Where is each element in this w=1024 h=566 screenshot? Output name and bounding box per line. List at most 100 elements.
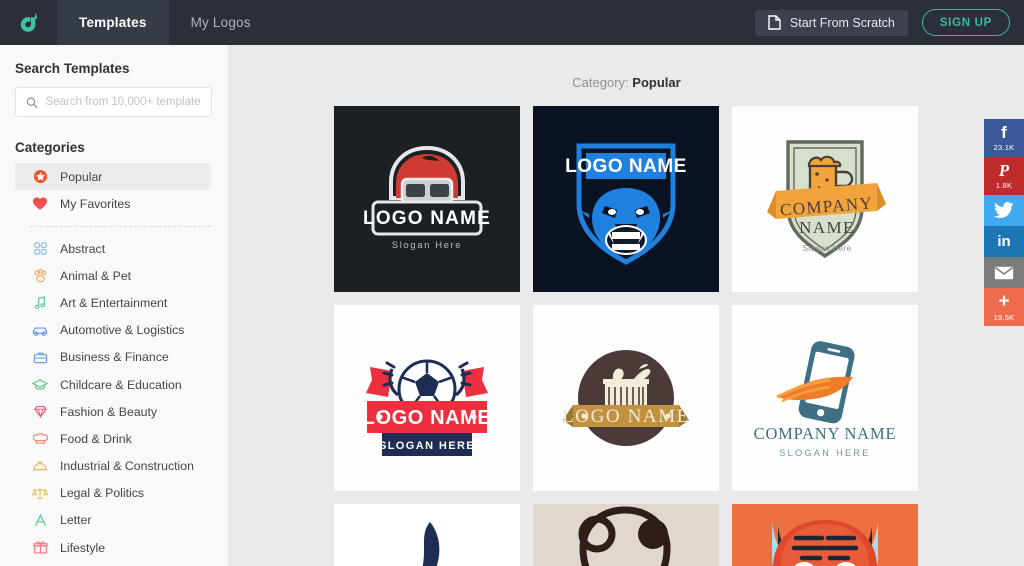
- sidebar-item-lifestyle-label: Lifestyle: [60, 540, 106, 555]
- brand-logo[interactable]: [0, 0, 57, 45]
- pinterest-count: 1.8K: [995, 181, 1013, 190]
- category-label: Category: Popular: [229, 45, 1024, 90]
- sidebar-item-fashion-beauty-label: Fashion & Beauty: [60, 404, 158, 419]
- search-input[interactable]: [45, 96, 201, 108]
- main-content: Category: Popular LOGO NAME Slogan Here: [229, 45, 1024, 566]
- sidebar-item-childcare-education-label: Childcare & Education: [60, 377, 182, 392]
- top-bar-actions: Start From Scratch SIGN UP: [754, 0, 1024, 45]
- sidebar-item-childcare-education[interactable]: Childcare & Education: [15, 371, 211, 398]
- template-card-beer-mug-shield-logo[interactable]: COMPANY NAME Slogan Here: [732, 106, 918, 292]
- svg-text:SLOGAN HERE: SLOGAN HERE: [779, 448, 870, 458]
- svg-text:Slogan Here: Slogan Here: [803, 244, 852, 253]
- sidebar-item-business-finance[interactable]: Business & Finance: [15, 344, 211, 371]
- envelope-icon: [994, 266, 1014, 279]
- letter-a-icon: [32, 512, 48, 528]
- sidebar-item-popular[interactable]: Popular: [15, 163, 211, 190]
- beer-mug-shield-logo-art: COMPANY NAME Slogan Here: [767, 140, 886, 259]
- sidebar-divider: [30, 226, 211, 227]
- soccer-ball-banner-logo-art: LOGO NAME SLOGAN HERE: [363, 359, 491, 456]
- category-prefix: Category:: [572, 75, 629, 90]
- svg-text:NAME: NAME: [799, 218, 855, 237]
- category-name: Popular: [632, 75, 681, 90]
- sign-up-button[interactable]: SIGN UP: [921, 9, 1010, 36]
- svg-text:LOGO NAME: LOGO NAME: [562, 406, 690, 427]
- music-note-icon: [32, 295, 48, 311]
- svg-text:COMPANY NAME: COMPANY NAME: [754, 424, 897, 443]
- sidebar-item-art-entertainment[interactable]: Art & Entertainment: [15, 289, 211, 316]
- paw-icon: [32, 268, 48, 284]
- sidebar-item-letter-label: Letter: [60, 513, 92, 528]
- sidebar-item-abstract-label: Abstract: [60, 241, 106, 256]
- tab-templates[interactable]: Templates: [57, 0, 169, 45]
- share-linkedin-button[interactable]: in: [984, 226, 1024, 257]
- sidebar-item-industrial-construction[interactable]: Industrial & Construction: [15, 453, 211, 480]
- svg-text:LOGO NAME: LOGO NAME: [363, 208, 491, 229]
- template-card-hooded-figure-vr-logo[interactable]: LOGO NAME Slogan Here: [334, 106, 520, 292]
- sidebar-item-art-entertainment-label: Art & Entertainment: [60, 295, 168, 310]
- svg-text:LOGO NAME: LOGO NAME: [565, 156, 687, 177]
- start-from-scratch-label: Start From Scratch: [789, 15, 895, 30]
- start-from-scratch-button[interactable]: Start From Scratch: [754, 9, 908, 36]
- sidebar-item-business-finance-label: Business & Finance: [60, 350, 169, 365]
- facebook-count: 23.1K: [993, 143, 1015, 152]
- chef-hat-icon: [32, 431, 48, 447]
- category-list: Popular My Favorites Abstract Animal & P…: [0, 163, 228, 561]
- template-card-blue-gorilla-shield-logo[interactable]: LOGO NAME: [533, 106, 719, 292]
- svg-text:SLOGAN HERE: SLOGAN HERE: [379, 440, 475, 452]
- facebook-icon: f: [1001, 123, 1007, 142]
- tab-my-logos[interactable]: My Logos: [169, 0, 273, 45]
- sidebar-item-my-favorites[interactable]: My Favorites: [15, 190, 211, 217]
- gift-icon: [32, 540, 48, 556]
- plus-icon: +: [998, 291, 1010, 312]
- share-email-button[interactable]: [984, 257, 1024, 288]
- svg-text:Slogan Here: Slogan Here: [392, 240, 462, 251]
- blue-gorilla-shield-logo-art: LOGO NAME: [565, 143, 687, 265]
- sidebar-item-food-drink[interactable]: Food & Drink: [15, 425, 211, 452]
- sidebar-item-lifestyle[interactable]: Lifestyle: [15, 534, 211, 561]
- sidebar-item-industrial-construction-label: Industrial & Construction: [60, 459, 194, 474]
- template-card-soccer-ball-banner-logo[interactable]: LOGO NAME SLOGAN HERE: [334, 305, 520, 491]
- brand-d-logo: [20, 12, 38, 32]
- sidebar-item-letter[interactable]: Letter: [15, 507, 211, 534]
- linkedin-icon: in: [997, 233, 1011, 250]
- sidebar-item-automotive-logistics-label: Automotive & Logistics: [60, 323, 185, 338]
- car-icon: [32, 322, 48, 338]
- share-pinterest-button[interactable]: P 1.8K: [984, 157, 1024, 195]
- more-count: 19.5K: [993, 313, 1015, 322]
- template-card-bear-head-logo[interactable]: [533, 504, 719, 566]
- template-card-grocery-basket-circle-logo[interactable]: LOGO NAME: [533, 305, 719, 491]
- share-twitter-button[interactable]: [984, 195, 1024, 226]
- sidebar-item-animal-pet-label: Animal & Pet: [60, 268, 132, 283]
- navy-wing-logo-art: [422, 522, 440, 566]
- heart-icon: [32, 196, 48, 212]
- document-icon: [768, 15, 781, 30]
- grocery-basket-circle-logo-art: LOGO NAME: [562, 350, 690, 446]
- template-card-smartphone-swoosh-logo[interactable]: COMPANY NAME SLOGAN HERE: [732, 305, 918, 491]
- sidebar-item-legal-politics[interactable]: Legal & Politics: [15, 480, 211, 507]
- sidebar-item-fashion-beauty[interactable]: Fashion & Beauty: [15, 398, 211, 425]
- share-more-button[interactable]: + 19.5K: [984, 288, 1024, 326]
- sidebar-item-automotive-logistics[interactable]: Automotive & Logistics: [15, 317, 211, 344]
- sidebar-item-abstract[interactable]: Abstract: [15, 235, 211, 262]
- bear-head-logo-art: [578, 506, 671, 566]
- sidebar-item-legal-politics-label: Legal & Politics: [60, 486, 145, 501]
- hooded-figure-vr-logo-art: LOGO NAME Slogan Here: [363, 145, 491, 251]
- share-facebook-button[interactable]: f 23.1K: [984, 119, 1024, 157]
- sidebar: Search Templates Categories Popular: [0, 45, 229, 566]
- scales-icon: [32, 485, 48, 501]
- tab-templates-label: Templates: [79, 15, 147, 30]
- sidebar-item-animal-pet[interactable]: Animal & Pet: [15, 262, 211, 289]
- sidebar-item-my-favorites-label: My Favorites: [60, 196, 131, 211]
- tiger-head-logo-art: [772, 520, 878, 566]
- top-navigation-bar: Templates My Logos Start From Scratch SI…: [0, 0, 1024, 45]
- template-grid: LOGO NAME Slogan Here LOGO NAME COMPANY …: [334, 106, 919, 566]
- sidebar-item-food-drink-label: Food & Drink: [60, 431, 132, 446]
- abstract-icon: [32, 241, 48, 257]
- briefcase-icon: [32, 349, 48, 365]
- hard-hat-icon: [32, 458, 48, 474]
- twitter-icon: [994, 202, 1014, 218]
- template-card-navy-wing-logo[interactable]: [334, 504, 520, 566]
- template-card-tiger-head-logo[interactable]: [732, 504, 918, 566]
- diamond-icon: [32, 404, 48, 420]
- search-box[interactable]: [15, 87, 212, 117]
